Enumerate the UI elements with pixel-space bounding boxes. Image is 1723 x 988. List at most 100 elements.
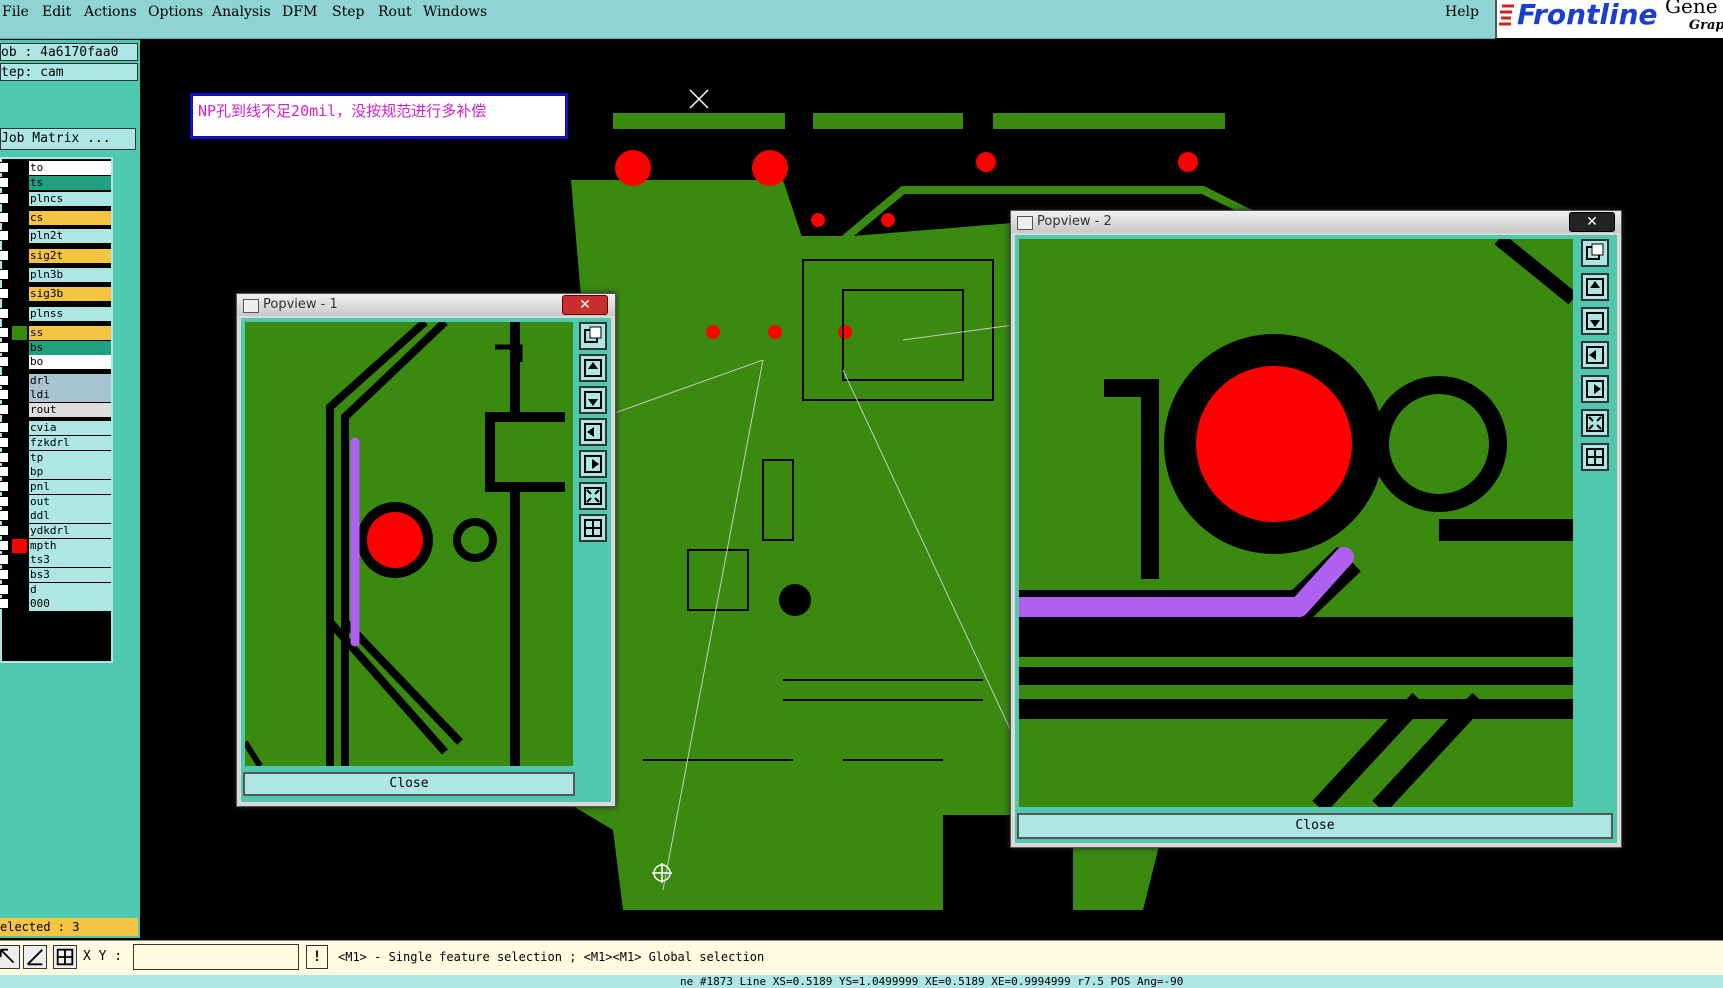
popview-1-close-button[interactable]: Close — [243, 772, 575, 796]
layer-row[interactable]: ldi — [0, 388, 113, 402]
layer-row[interactable]: d — [0, 583, 113, 597]
layer-color-swatch[interactable] — [12, 451, 27, 465]
layer-name[interactable]: to — [29, 161, 111, 175]
layer-name[interactable]: d — [29, 583, 111, 597]
layer-color-swatch[interactable] — [12, 374, 27, 388]
layer-row[interactable]: ss — [0, 326, 113, 340]
layer-checkbox[interactable] — [0, 481, 9, 492]
layer-checkbox[interactable] — [0, 193, 9, 204]
layer-color-swatch[interactable] — [12, 403, 27, 417]
layer-color-swatch[interactable] — [12, 524, 27, 538]
layer-name[interactable]: 000 — [29, 597, 111, 611]
pan-right-button[interactable] — [579, 450, 607, 478]
layer-row[interactable]: cs — [0, 211, 113, 225]
job-matrix-button[interactable]: Job Matrix ... — [0, 128, 136, 150]
layer-color-swatch[interactable] — [12, 355, 27, 369]
layer-color-swatch[interactable] — [12, 211, 27, 225]
layer-checkbox[interactable] — [0, 327, 9, 338]
layer-color-swatch[interactable] — [12, 307, 27, 321]
layer-name[interactable]: bs — [29, 341, 111, 355]
layer-checkbox[interactable] — [0, 598, 9, 609]
layer-color-swatch[interactable] — [12, 568, 27, 582]
layer-name[interactable]: pln3b — [29, 268, 111, 282]
menu-step[interactable]: Step — [332, 4, 364, 20]
pan-right-button[interactable] — [1581, 375, 1609, 403]
layer-color-swatch[interactable] — [12, 388, 27, 402]
layer-row[interactable]: bs3 — [0, 568, 113, 582]
layer-name[interactable]: out — [29, 495, 111, 509]
layer-name[interactable]: tp — [29, 451, 111, 465]
layer-name[interactable]: bo — [29, 355, 111, 369]
layer-name[interactable]: ydkdrl — [29, 524, 111, 538]
layer-name[interactable]: ss — [29, 326, 111, 340]
layer-name[interactable]: sig2t — [29, 249, 111, 263]
zoom-out-button[interactable] — [1581, 443, 1609, 471]
layer-color-swatch[interactable] — [12, 421, 27, 435]
layer-row[interactable]: cvia — [0, 421, 113, 435]
layer-row[interactable]: fzkdrl — [0, 436, 113, 450]
layer-row[interactable]: bo — [0, 355, 113, 369]
layer-row[interactable]: pln3b — [0, 268, 113, 282]
layer-color-swatch[interactable] — [12, 583, 27, 597]
layer-name[interactable]: drl — [29, 374, 111, 388]
layer-name[interactable]: mpth — [29, 539, 111, 553]
layer-row[interactable]: to — [0, 161, 113, 175]
zoom-home-button[interactable] — [1581, 239, 1609, 267]
layer-name[interactable]: pln2t — [29, 229, 111, 243]
measure-tool-button[interactable] — [23, 945, 47, 969]
layer-row[interactable]: bp — [0, 465, 113, 479]
layer-color-swatch[interactable] — [12, 287, 27, 301]
layer-checkbox[interactable] — [0, 162, 9, 173]
layer-checkbox[interactable] — [0, 496, 9, 507]
layer-name[interactable]: bs3 — [29, 568, 111, 582]
menu-file[interactable]: File — [2, 4, 29, 20]
layer-checkbox[interactable] — [0, 569, 9, 580]
layer-row[interactable]: plncs — [0, 192, 113, 206]
menu-help[interactable]: Help — [1445, 4, 1479, 20]
layer-name[interactable]: cvia — [29, 421, 111, 435]
layer-color-swatch[interactable] — [12, 268, 27, 282]
layer-color-swatch[interactable] — [12, 597, 27, 611]
layer-color-swatch[interactable] — [12, 161, 27, 175]
layer-checkbox[interactable] — [0, 525, 9, 536]
layer-checkbox[interactable] — [0, 389, 9, 400]
layer-row[interactable]: 000 — [0, 597, 113, 611]
layer-row[interactable]: bs — [0, 341, 113, 355]
layer-name[interactable]: rout — [29, 403, 111, 417]
menu-actions[interactable]: Actions — [84, 4, 137, 20]
layer-name[interactable]: ts3 — [29, 553, 111, 567]
layer-color-swatch[interactable] — [12, 539, 27, 553]
menu-edit[interactable]: Edit — [42, 4, 71, 20]
pan-left-button[interactable] — [579, 418, 607, 446]
close-icon[interactable]: ✕ — [562, 295, 608, 315]
layer-row[interactable]: mpth — [0, 539, 113, 553]
grid-tool-button[interactable] — [53, 945, 77, 969]
alert-button[interactable]: ! — [306, 945, 328, 969]
layer-color-swatch[interactable] — [12, 480, 27, 494]
zoom-home-button[interactable] — [579, 322, 607, 350]
layer-name[interactable]: sig3b — [29, 287, 111, 301]
layer-checkbox[interactable] — [0, 466, 9, 477]
layer-checkbox[interactable] — [0, 212, 9, 223]
layer-checkbox[interactable] — [0, 269, 9, 280]
layer-checkbox[interactable] — [0, 356, 9, 367]
layer-color-swatch[interactable] — [12, 436, 27, 450]
layer-checkbox[interactable] — [0, 250, 9, 261]
layer-name[interactable]: plnss — [29, 307, 111, 321]
popview-1-titlebar[interactable]: Popview - 1 ✕ — [237, 294, 615, 316]
layer-row[interactable]: ts — [0, 176, 113, 190]
pan-down-button[interactable] — [1581, 307, 1609, 335]
layer-checkbox[interactable] — [0, 540, 9, 551]
layer-name[interactable]: ddl — [29, 509, 111, 523]
layer-checkbox[interactable] — [0, 422, 9, 433]
pan-up-button[interactable] — [579, 354, 607, 382]
layer-name[interactable]: plncs — [29, 192, 111, 206]
layer-color-swatch[interactable] — [12, 326, 27, 340]
layer-color-swatch[interactable] — [12, 249, 27, 263]
menu-windows[interactable]: Windows — [423, 4, 487, 20]
zoom-in-button[interactable] — [1581, 409, 1609, 437]
layer-checkbox[interactable] — [0, 554, 9, 565]
menu-analysis[interactable]: Analysis — [212, 4, 271, 20]
layer-row[interactable]: drl — [0, 374, 113, 388]
layer-row[interactable]: ddl — [0, 509, 113, 523]
